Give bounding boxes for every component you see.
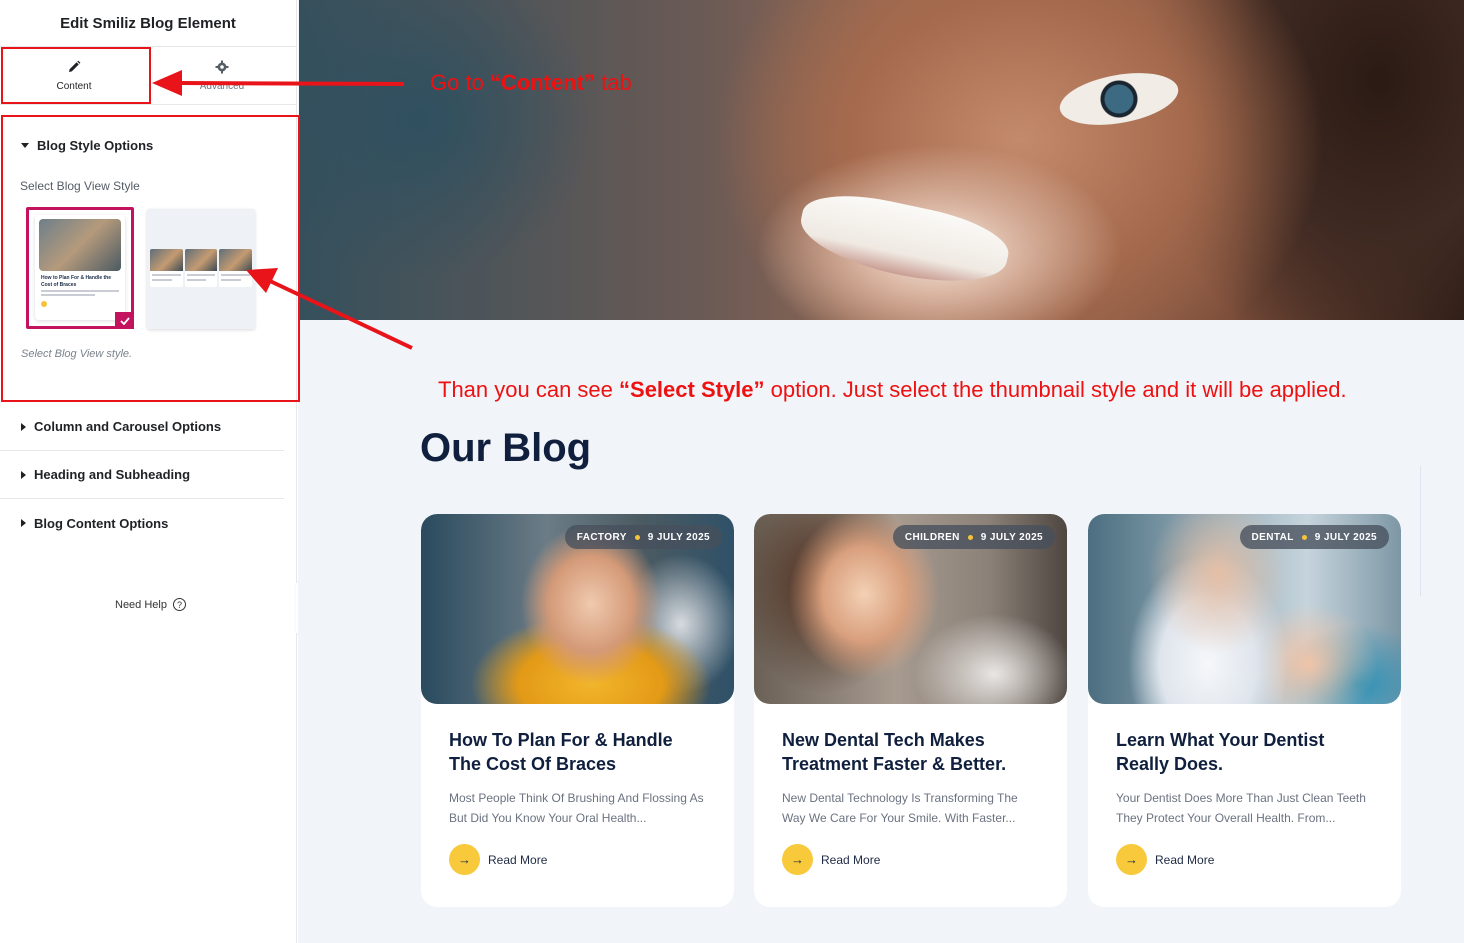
caret-right-icon <box>21 470 26 479</box>
annotation-content-tab: Go to “Content” tab <box>430 70 632 95</box>
hero-image <box>299 0 1464 320</box>
blog-card-title[interactable]: New Dental Tech Makes Treatment Faster &… <box>782 728 1042 776</box>
editor-sidebar: Edit Smiliz Blog Element Content Advance… <box>0 0 297 943</box>
panel-header: Edit Smiliz Blog Element <box>0 0 296 47</box>
caret-right-icon <box>21 422 26 431</box>
panel-tabs: Content Advanced <box>0 47 296 105</box>
post-date: 9 JULY 2025 <box>1314 531 1377 543</box>
blog-card-excerpt: New Dental Technology Is Transforming Th… <box>782 791 1018 825</box>
arrow-right-icon: → <box>1116 844 1147 875</box>
section-label: Heading and Subheading <box>34 467 191 482</box>
need-help-link[interactable]: Need Help ? <box>115 598 186 611</box>
blog-style-section: Blog Style Options Select Blog View Styl… <box>0 116 297 401</box>
blog-style-toggle[interactable]: Blog Style Options <box>0 138 153 153</box>
section-blog-content[interactable]: Blog Content Options <box>0 499 284 547</box>
category-label: DENTAL <box>1251 531 1294 543</box>
selected-check-icon <box>115 312 134 329</box>
post-date: 9 JULY 2025 <box>647 531 710 543</box>
need-help-label: Need Help <box>115 598 167 611</box>
badge-dot <box>634 534 640 540</box>
section-heading: Our Blog <box>420 426 592 470</box>
category-label: FACTORY <box>576 531 627 543</box>
arrow-right-icon: → <box>782 844 813 875</box>
thumbnail-preview: How to Plan For & Handle the Cost of Bra… <box>35 215 125 320</box>
blog-card-image: CHILDREN 9 JULY 2025 <box>754 514 1067 704</box>
help-icon: ? <box>172 598 186 611</box>
read-more-link[interactable]: → Read More <box>449 844 547 875</box>
category-date-badge: FACTORY 9 JULY 2025 <box>564 525 722 549</box>
blog-style-header: Blog Style Options <box>37 138 154 153</box>
section-label: Blog Content Options <box>34 515 169 531</box>
blog-view-style-label: Select Blog View Style <box>20 179 140 193</box>
category-label: CHILDREN <box>904 531 960 543</box>
blog-card[interactable]: CHILDREN 9 JULY 2025 New Dental Tech Mak… <box>754 514 1067 907</box>
read-more-label: Read More <box>1155 852 1215 867</box>
gear-icon <box>214 59 230 75</box>
tab-advanced-label: Advanced <box>199 81 245 92</box>
carousel-preview-row <box>150 249 253 287</box>
blog-card[interactable]: FACTORY 9 JULY 2025 How To Plan For & Ha… <box>421 514 734 907</box>
thumbnail-readmore-dot <box>41 301 47 307</box>
thumbnail-image <box>39 219 121 271</box>
blog-card-excerpt: Your Dentist Does More Than Just Clean T… <box>1116 791 1366 825</box>
read-more-label: Read More <box>821 852 881 867</box>
annotation-select-style: Than you can see “Select Style” option. … <box>438 377 1347 402</box>
blog-card-title[interactable]: How To Plan For & Handle The Cost Of Bra… <box>449 728 709 776</box>
blog-card-excerpt: Most People Think Of Brushing And Flossi… <box>449 791 704 825</box>
caret-right-icon <box>21 519 26 527</box>
badge-dot <box>1301 534 1307 540</box>
arrow-right-icon: → <box>449 844 480 875</box>
thumbnail-title: How to Plan For & Handle the Cost of Bra… <box>41 275 112 288</box>
category-date-badge: CHILDREN 9 JULY 2025 <box>892 525 1055 549</box>
section-column-carousel[interactable]: Column and Carousel Options <box>0 403 284 451</box>
category-date-badge: DENTAL 9 JULY 2025 <box>1239 525 1389 549</box>
blog-card-title[interactable]: Learn What Your Dentist Really Does. <box>1116 728 1376 776</box>
tab-advanced[interactable]: Advanced <box>148 47 296 104</box>
read-more-label: Read More <box>488 852 548 867</box>
section-heading-subheading[interactable]: Heading and Subheading <box>0 451 284 499</box>
tab-content[interactable]: Content <box>0 47 148 104</box>
style-thumbnail-grid[interactable]: How to Plan For & Handle the Cost of Bra… <box>26 207 134 329</box>
section-label: Column and Carousel Options <box>34 419 222 434</box>
panel-title: Edit Smiliz Blog Element <box>60 14 236 32</box>
blog-card-image: DENTAL 9 JULY 2025 <box>1088 514 1401 704</box>
blog-view-style-hint: Select Blog View style. <box>21 348 133 360</box>
blog-card[interactable]: DENTAL 9 JULY 2025 Learn What Your Denti… <box>1088 514 1401 907</box>
caret-down-icon <box>21 143 29 148</box>
style-thumbnail-carousel[interactable] <box>147 209 255 329</box>
badge-dot <box>967 534 973 540</box>
page-preview: FACTORY 9 JULY 2025 How To Plan For & Ha… <box>298 0 1464 943</box>
post-date: 9 JULY 2025 <box>980 531 1043 543</box>
tab-content-label: Content <box>56 81 92 92</box>
read-more-link[interactable]: → Read More <box>782 844 880 875</box>
read-more-link[interactable]: → Read More <box>1116 844 1214 875</box>
pencil-icon <box>66 59 82 75</box>
blog-card-image: FACTORY 9 JULY 2025 <box>421 514 734 704</box>
